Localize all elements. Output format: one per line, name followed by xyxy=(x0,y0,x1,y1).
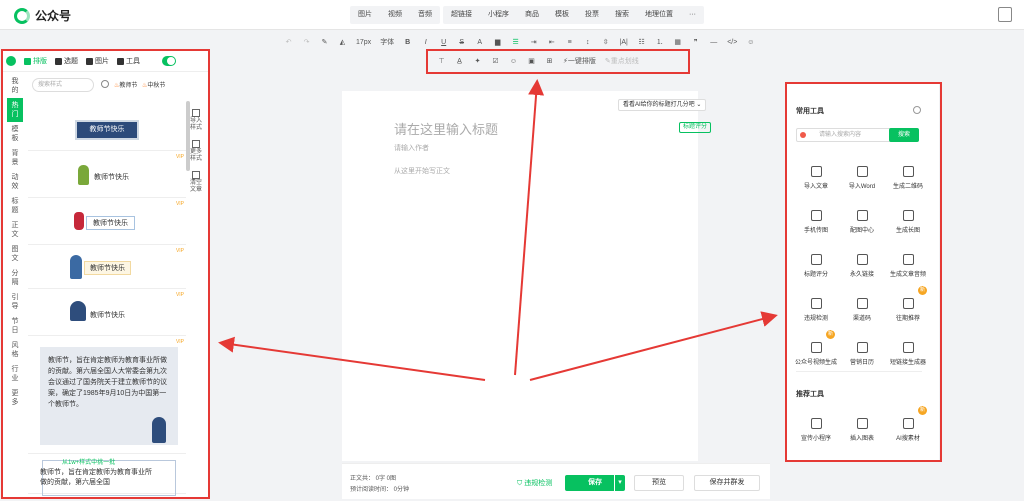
annotation-box-toolbar xyxy=(426,49,690,74)
emoji-icon[interactable]: ☺ xyxy=(746,37,755,49)
strike-button[interactable]: S xyxy=(457,37,466,49)
ai-title-score-tip[interactable]: 看看AI给你的标题打几分吧 ⌄ xyxy=(618,99,707,111)
nav-item[interactable]: 模板 xyxy=(547,6,577,24)
bold-button[interactable]: B xyxy=(403,37,412,49)
outdent-icon[interactable]: ⇤ xyxy=(547,37,556,49)
clear-format-icon[interactable]: ◭ xyxy=(338,37,347,49)
underline-button[interactable]: U xyxy=(439,37,448,49)
quote-icon[interactable]: ❞ xyxy=(691,37,700,49)
reading-time-line: 预计阅读时间： 0分钟 xyxy=(350,487,410,493)
nav-item[interactable]: 投票 xyxy=(577,6,607,24)
media-group: 图片 视频 音频 xyxy=(350,6,440,24)
check-label: 违规检测 xyxy=(524,480,553,487)
nav-item[interactable]: 视频 xyxy=(380,6,410,24)
nav-item[interactable]: 音频 xyxy=(410,6,440,24)
nav-item[interactable]: 小程序 xyxy=(480,6,517,24)
line-spacing-icon[interactable]: ↕ xyxy=(583,37,592,49)
align-center-icon[interactable]: ≡ xyxy=(565,37,574,49)
format-brush-icon[interactable]: ✎ xyxy=(320,37,329,49)
save-label: 保存 xyxy=(588,479,602,486)
nav-item[interactable]: 图片 xyxy=(350,6,380,24)
insert-nav: 图片 视频 音频 超链接 小程序 商品 模板 投票 搜索 地理位置 ··· xyxy=(350,6,704,24)
table-icon[interactable]: ▦ xyxy=(673,37,682,49)
editor-footer: 正文共： 0字 0图 预计阅读时间： 0分钟 ⛉ 违规检测 保存 ▾ 预览 保存并… xyxy=(342,463,770,499)
annotation-box-right xyxy=(785,82,942,462)
italic-button[interactable]: I xyxy=(421,37,430,49)
title-input[interactable]: 请在这里输入标题 xyxy=(394,119,498,138)
code-icon[interactable]: </> xyxy=(727,37,737,49)
align-left-icon[interactable]: ☰ xyxy=(511,37,520,49)
format-toolbar: ↶ ↷ ✎ ◭ 17px 字体 B I U S A ▆ ☰ ⇥ ⇤ ≡ ↕ ⇳ … xyxy=(284,36,755,50)
letter-spacing-icon[interactable]: |A| xyxy=(619,37,628,49)
insert-group: 超链接 小程序 商品 模板 投票 搜索 地理位置 ··· xyxy=(443,6,704,24)
font-size-select[interactable]: 17px xyxy=(356,37,371,49)
wechat-logo-icon xyxy=(14,7,30,24)
preview-button[interactable]: 预览 xyxy=(634,475,684,491)
body-input[interactable]: 从这里开始写正文 xyxy=(394,166,450,176)
nav-item[interactable]: 商品 xyxy=(517,6,547,24)
word-count-line: 正文共： 0字 0图 xyxy=(350,476,397,482)
word-count: 正文共： 0字 0图 预计阅读时间： 0分钟 xyxy=(350,474,409,496)
font-family-select[interactable]: 字体 xyxy=(380,37,394,49)
annotation-box-left xyxy=(1,49,210,499)
save-dropdown-icon[interactable]: ▾ xyxy=(614,475,625,491)
undo-icon[interactable]: ↶ xyxy=(284,37,293,49)
app-name: 公众号 xyxy=(35,9,72,23)
nav-item[interactable]: 超链接 xyxy=(443,6,480,24)
redo-icon[interactable]: ↷ xyxy=(302,37,311,49)
font-color-button[interactable]: A xyxy=(475,37,484,49)
nav-item[interactable]: 地理位置 xyxy=(637,6,681,24)
background-color-icon[interactable]: ▆ xyxy=(493,37,502,49)
top-bar: 公众号 图片 视频 音频 超链接 小程序 商品 模板 投票 搜索 地理位置 ··· xyxy=(0,0,1024,30)
save-and-publish-button[interactable]: 保存并群发 xyxy=(694,475,760,491)
title-score-button[interactable]: 标题评分 xyxy=(679,122,712,133)
app-logo[interactable]: 公众号 xyxy=(14,7,71,24)
indent-icon[interactable]: ⇥ xyxy=(529,37,538,49)
paragraph-spacing-icon[interactable]: ⇳ xyxy=(601,37,610,49)
nav-item[interactable]: ··· xyxy=(681,6,704,24)
nav-item[interactable]: 搜索 xyxy=(607,6,637,24)
violation-check-button[interactable]: ⛉ 违规检测 xyxy=(517,478,552,488)
author-input[interactable]: 请输入作者 xyxy=(394,143,429,153)
list-icon[interactable]: ☷ xyxy=(637,37,646,49)
ordered-list-icon[interactable]: ⒈ xyxy=(655,37,664,49)
divider-icon[interactable]: — xyxy=(709,37,718,49)
preview-phone-icon[interactable] xyxy=(998,7,1012,22)
save-button[interactable]: 保存 ▾ xyxy=(565,475,625,491)
